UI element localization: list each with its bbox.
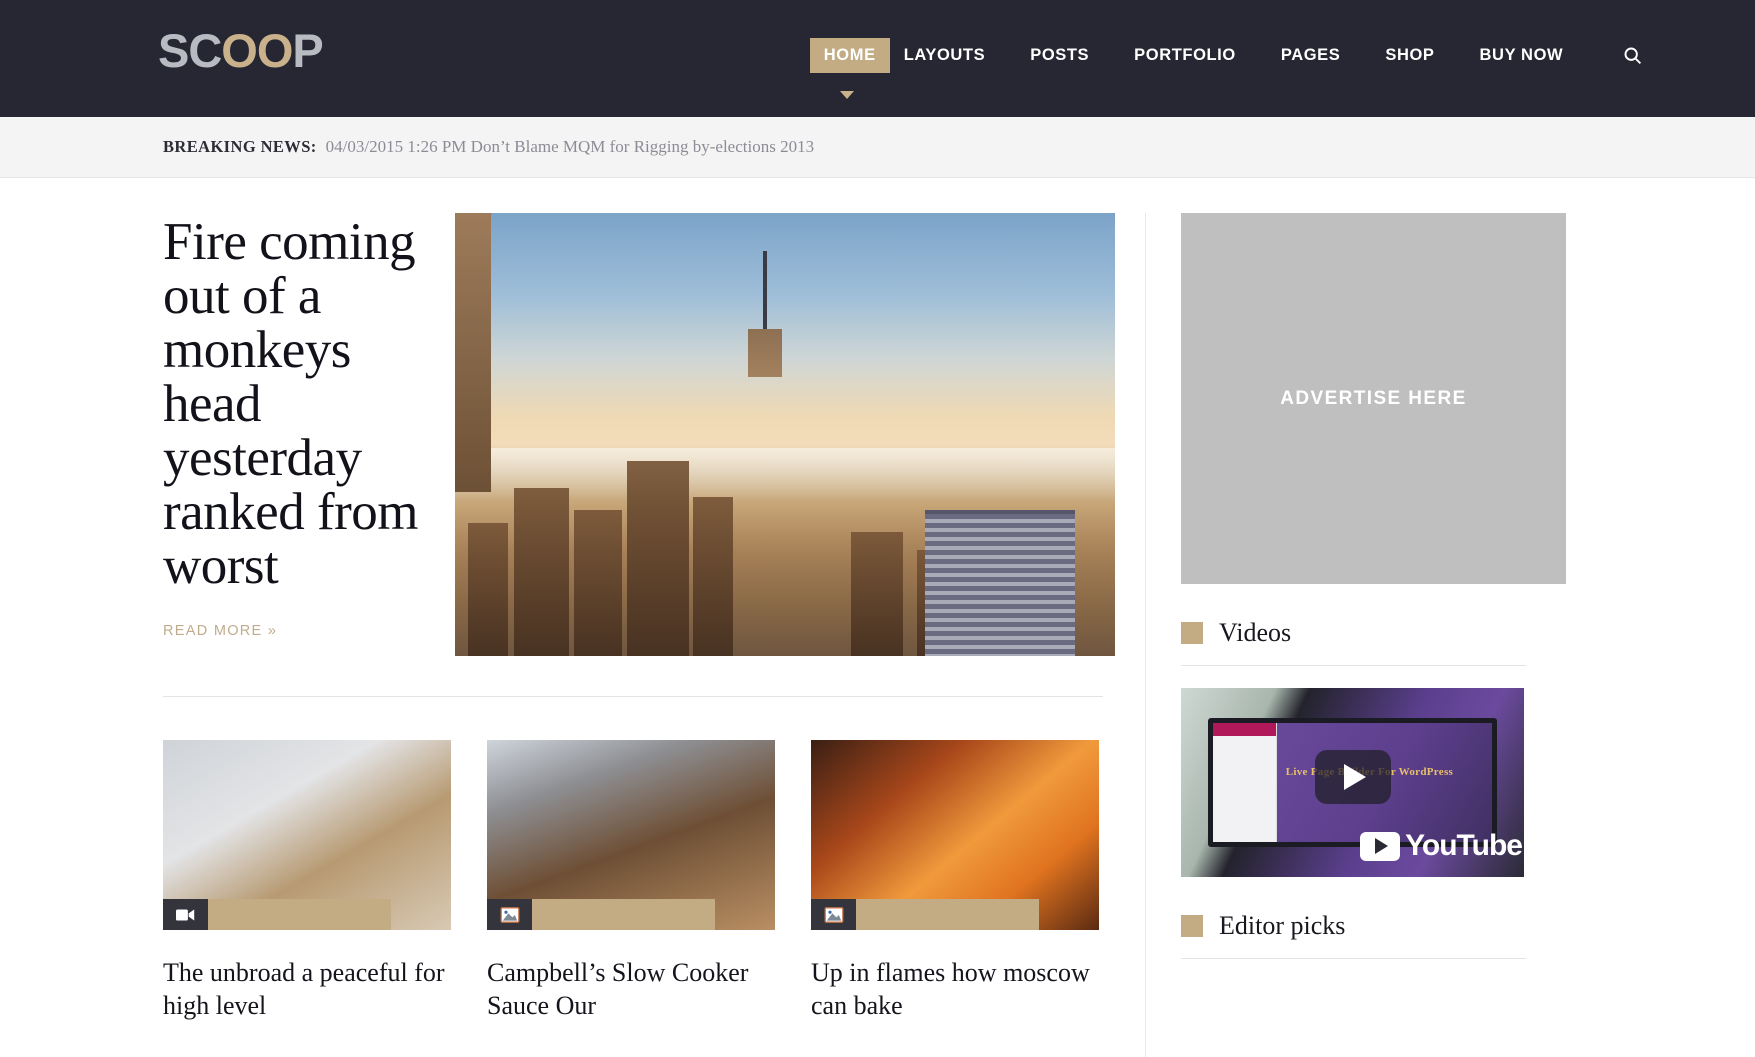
main-content: Fire coming out of a monkeys head yester…	[163, 213, 1103, 1057]
thumbnail-badge	[487, 899, 715, 930]
search-icon[interactable]	[1619, 43, 1645, 69]
article-card-title[interactable]: Campbell’s Slow Cooker Sauce Our	[487, 956, 775, 1023]
article-card: Campbell’s Slow Cooker Sauce Our	[487, 740, 775, 1023]
widget-title-editor-picks: Editor picks	[1219, 911, 1345, 941]
article-thumbnail[interactable]	[163, 740, 451, 930]
advertisement-banner[interactable]: ADVERTISE HERE	[1181, 213, 1566, 584]
widget-header-editor-picks: Editor picks	[1181, 911, 1526, 959]
nav-item-posts[interactable]: POSTS	[1016, 38, 1103, 73]
page-body: Fire coming out of a monkeys head yester…	[0, 178, 1755, 1057]
chevron-down-icon[interactable]	[840, 91, 854, 99]
featured-article: Fire coming out of a monkeys head yester…	[163, 213, 1103, 656]
article-card-title[interactable]: The unbroad a peaceful for high level	[163, 956, 451, 1023]
play-button-icon[interactable]	[1315, 750, 1391, 804]
nav-item-buy-now[interactable]: BUY NOW	[1466, 38, 1578, 73]
article-thumbnail[interactable]	[811, 740, 1099, 930]
video-thumbnail[interactable]: Live Page Builder For WordPress YouTube	[1181, 688, 1524, 877]
widget-title-videos: Videos	[1219, 618, 1291, 648]
video-camera-icon	[163, 899, 208, 930]
youtube-wordmark: YouTube	[1405, 829, 1522, 863]
content-divider	[163, 696, 1103, 697]
widget-marker-square	[1181, 622, 1203, 644]
article-card: The unbroad a peaceful for high level	[163, 740, 451, 1023]
featured-article-image[interactable]	[455, 213, 1115, 656]
nav-item-pages[interactable]: PAGES	[1267, 38, 1355, 73]
breaking-news-label: BREAKING NEWS:	[163, 137, 317, 157]
badge-accent-bar	[208, 899, 391, 930]
nav-item-shop[interactable]: SHOP	[1371, 38, 1448, 73]
editor-panel	[1213, 723, 1277, 842]
badge-accent-bar	[856, 899, 1039, 930]
featured-article-title[interactable]: Fire coming out of a monkeys head yester…	[163, 215, 438, 593]
read-more-link[interactable]: READ MORE »	[163, 623, 277, 639]
site-logo[interactable]: SCOOP	[158, 27, 323, 74]
thumbnail-badge	[163, 899, 391, 930]
article-card-grid: The unbroad a peaceful for high level	[163, 740, 1103, 1023]
breaking-news-bar: BREAKING NEWS: 04/03/2015 1:26 PM Don’t …	[0, 117, 1755, 178]
thumbnail-badge	[811, 899, 1039, 930]
badge-accent-bar	[532, 899, 715, 930]
nav-item-portfolio[interactable]: PORTFOLIO	[1120, 38, 1250, 73]
photo-image-icon	[811, 899, 856, 930]
main-navigation: HOME LAYOUTS POSTS PORTFOLIO PAGES SHOP …	[810, 38, 1645, 73]
nav-item-home[interactable]: HOME	[810, 38, 890, 73]
youtube-logo: YouTube	[1360, 829, 1522, 863]
article-card-title[interactable]: Up in flames how moscow can bake	[811, 956, 1099, 1023]
site-header: SCOOP HOME LAYOUTS POSTS PORTFOLIO PAGES…	[0, 0, 1755, 117]
article-card: Up in flames how moscow can bake	[811, 740, 1099, 1023]
sidebar: ADVERTISE HERE Videos Live Page Builder …	[1145, 213, 1535, 1057]
widget-header-videos: Videos	[1181, 618, 1526, 666]
glass-tower	[925, 510, 1075, 656]
article-thumbnail[interactable]	[487, 740, 775, 930]
breaking-news-headline[interactable]: 04/03/2015 1:26 PM Don’t Blame MQM for R…	[326, 137, 814, 157]
photo-image-icon	[487, 899, 532, 930]
advertisement-label: ADVERTISE HERE	[1280, 388, 1466, 410]
logo-text-part1: SC	[158, 24, 221, 77]
logo-text-part3: P	[292, 24, 322, 77]
widget-marker-square	[1181, 915, 1203, 937]
nav-item-layouts[interactable]: LAYOUTS	[890, 38, 1000, 73]
empire-state-building	[455, 213, 491, 492]
youtube-play-icon	[1360, 832, 1400, 861]
logo-text-part2: OO	[221, 24, 292, 77]
featured-article-text: Fire coming out of a monkeys head yester…	[163, 213, 438, 656]
